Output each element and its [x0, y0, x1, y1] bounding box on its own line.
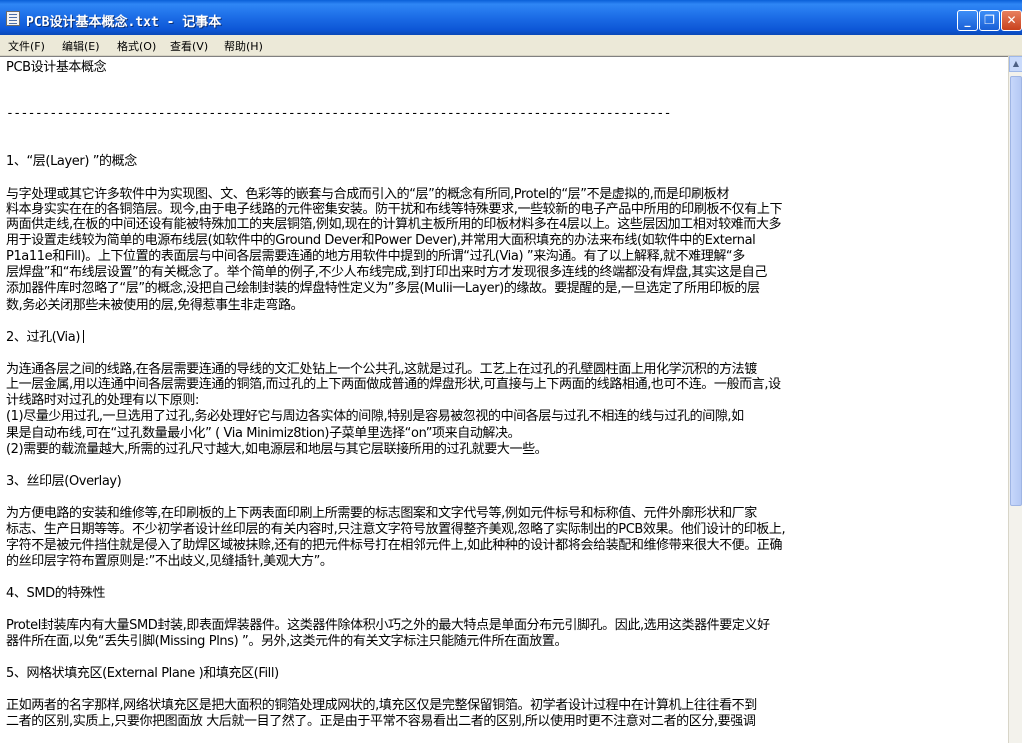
- heading-text: 2、过孔(Via): [6, 330, 81, 345]
- doc-line: 计线路时对过孔的处理有以下原则:: [6, 393, 199, 408]
- window-title: PCB设计基本概念.txt - 记事本: [26, 15, 222, 30]
- doc-line: 为方便电路的安装和维修等,在印刷板的上下两表面印刷上所需要的标志图案和文字代号等…: [6, 506, 757, 521]
- doc-heading: 4、SMD的特殊性: [6, 586, 106, 601]
- scroll-thumb[interactable]: [1010, 76, 1022, 506]
- doc-line: (2)需要的载流量越大,所需的过孔尺寸越大,如电源层和地层与其它层联接所用的过孔…: [6, 442, 548, 457]
- menu-file[interactable]: 文件(F): [8, 38, 45, 54]
- doc-line: 为连通各层之间的线路,在各层需要连通的导线的文汇处钻上一个公共孔,这就是过孔。工…: [6, 362, 757, 377]
- doc-line: 果是自动布线,可在“过孔数量最小化” ( Via Minimiz8tion)子菜…: [6, 426, 521, 441]
- doc-line: P1a11e和Fill)。上下位置的表面层与中间各层需要连通的地方用软件中提到的…: [6, 249, 745, 264]
- vertical-scrollbar[interactable]: ▲: [1008, 56, 1022, 743]
- text-editor[interactable]: PCB设计基本概念 ------------------------------…: [0, 56, 1008, 743]
- menu-edit[interactable]: 编辑(E): [62, 38, 100, 54]
- doc-heading: 1、“层(Layer) ”的概念: [6, 154, 137, 169]
- close-button[interactable]: ✕: [1001, 10, 1022, 31]
- menu-help[interactable]: 帮助(H): [224, 38, 263, 54]
- menu-format[interactable]: 格式(O): [117, 38, 156, 54]
- doc-line: 料本身实实在在的各铜箔层。现今,由于电子线路的元件密集安装。防干扰和布线等特殊要…: [6, 202, 783, 217]
- scroll-up-arrow-icon[interactable]: ▲: [1009, 56, 1022, 72]
- doc-line: 两面供走线,在板的中间还设有能被特殊加工的夹层铜箔,例如,现在的计算机主板所用的…: [6, 217, 782, 232]
- menu-bar: 文件(F) 编辑(E) 格式(O) 查看(V) 帮助(H): [0, 35, 1022, 56]
- title-bar[interactable]: PCB设计基本概念.txt - 记事本 _ ❐ ✕: [0, 0, 1022, 35]
- doc-separator: ----------------------------------------…: [6, 106, 671, 121]
- menu-view[interactable]: 查看(V): [170, 38, 208, 54]
- maximize-button[interactable]: ❐: [979, 10, 1000, 31]
- doc-line: 上一层金属,用以连通中间各层需要连通的铜箔,而过孔的上下两面做成普通的焊盘形状,…: [6, 377, 781, 392]
- doc-heading: 2、过孔(Via): [6, 330, 1006, 345]
- doc-line: 用于设置走线较为简单的电源布线层(如软件中的Ground Dever和Power…: [6, 233, 756, 248]
- doc-line: 层焊盘”和“布线层设置”的有关概念了。举个简单的例子,不少人布线完成,到打印出来…: [6, 265, 768, 280]
- doc-line: (1)尽量少用过孔,一旦选用了过孔,务必处理好它与周边各实体的间隙,特别是容易被…: [6, 409, 744, 424]
- minimize-button[interactable]: _: [957, 10, 978, 31]
- notepad-icon[interactable]: [6, 11, 20, 26]
- doc-line: 标志、生产日期等等。不少初学者设计丝印层的有关内容时,只注意文字符号放置得整齐美…: [6, 522, 786, 537]
- doc-line: 与字处理或其它许多软件中为实现图、文、色彩等的嵌套与合成而引入的“层”的概念有所…: [6, 187, 729, 202]
- doc-heading: 3、丝印层(Overlay): [6, 474, 122, 489]
- doc-line: 器件所在面,以免“丢失引脚(Missing Plns) ”。另外,这类元件的有关…: [6, 634, 568, 649]
- doc-line: 字符不是被元件挡住就是侵入了助焊区域被抹赊,还有的把元件标号打在相邻元件上,如此…: [6, 538, 783, 553]
- doc-line: Protel封装库内有大量SMD封装,即表面焊装器件。这类器件除体积小巧之外的最…: [6, 618, 770, 633]
- doc-line: 数,务必关闭那些未被使用的层,免得惹事生非走弯路。: [6, 298, 304, 313]
- text-caret: [83, 330, 85, 343]
- doc-line: 的丝印层字符布置原则是:”不出歧义,见缝插针,美观大方”。: [6, 554, 333, 569]
- doc-line: 正如两者的名字那样,网络状填充区是把大面积的铜箔处理成网状的,填充区仅是完整保留…: [6, 698, 757, 713]
- doc-line: 二者的区别,实质上,只要你把图面放 大后就一目了然了。正是由于平常不容易看出二者…: [6, 714, 756, 729]
- doc-line: 添加器件库时忽略了“层”的概念,没把自己绘制封装的焊盘特性定义为”多层(Muli…: [6, 281, 760, 296]
- doc-heading: 5、网格状填充区(External Plane )和填充区(Fill): [6, 666, 279, 681]
- doc-line: PCB设计基本概念: [6, 60, 107, 75]
